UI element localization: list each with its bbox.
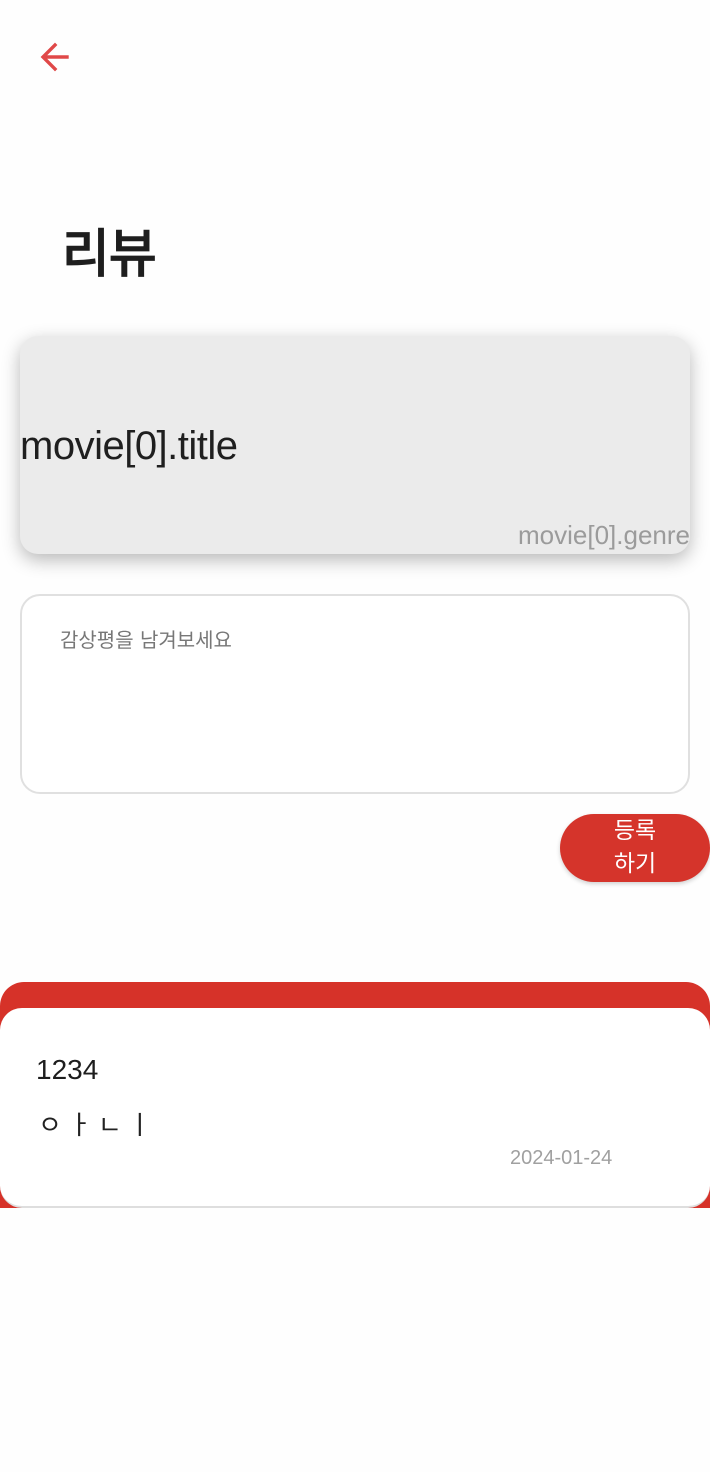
review-content: ㅇㅏㄴㅣ (38, 1111, 158, 1141)
review-item: 1234 ㅇㅏㄴㅣ 2024-01-24 (0, 1008, 710, 1208)
page-title: 리뷰 (62, 225, 157, 285)
movie-genre: movie[0].genre (518, 520, 690, 550)
review-date: 2024-01-24 (510, 1147, 613, 1169)
review-user: 1234 (36, 1054, 99, 1085)
arrow-left-icon (37, 39, 73, 75)
movie-card: movie[0].title movie[0].genre (20, 336, 690, 554)
movie-title: movie[0].title (20, 424, 238, 468)
back-button[interactable] (32, 34, 78, 80)
review-input[interactable] (20, 594, 690, 794)
submit-review-button[interactable]: 등록하기 (560, 814, 710, 882)
